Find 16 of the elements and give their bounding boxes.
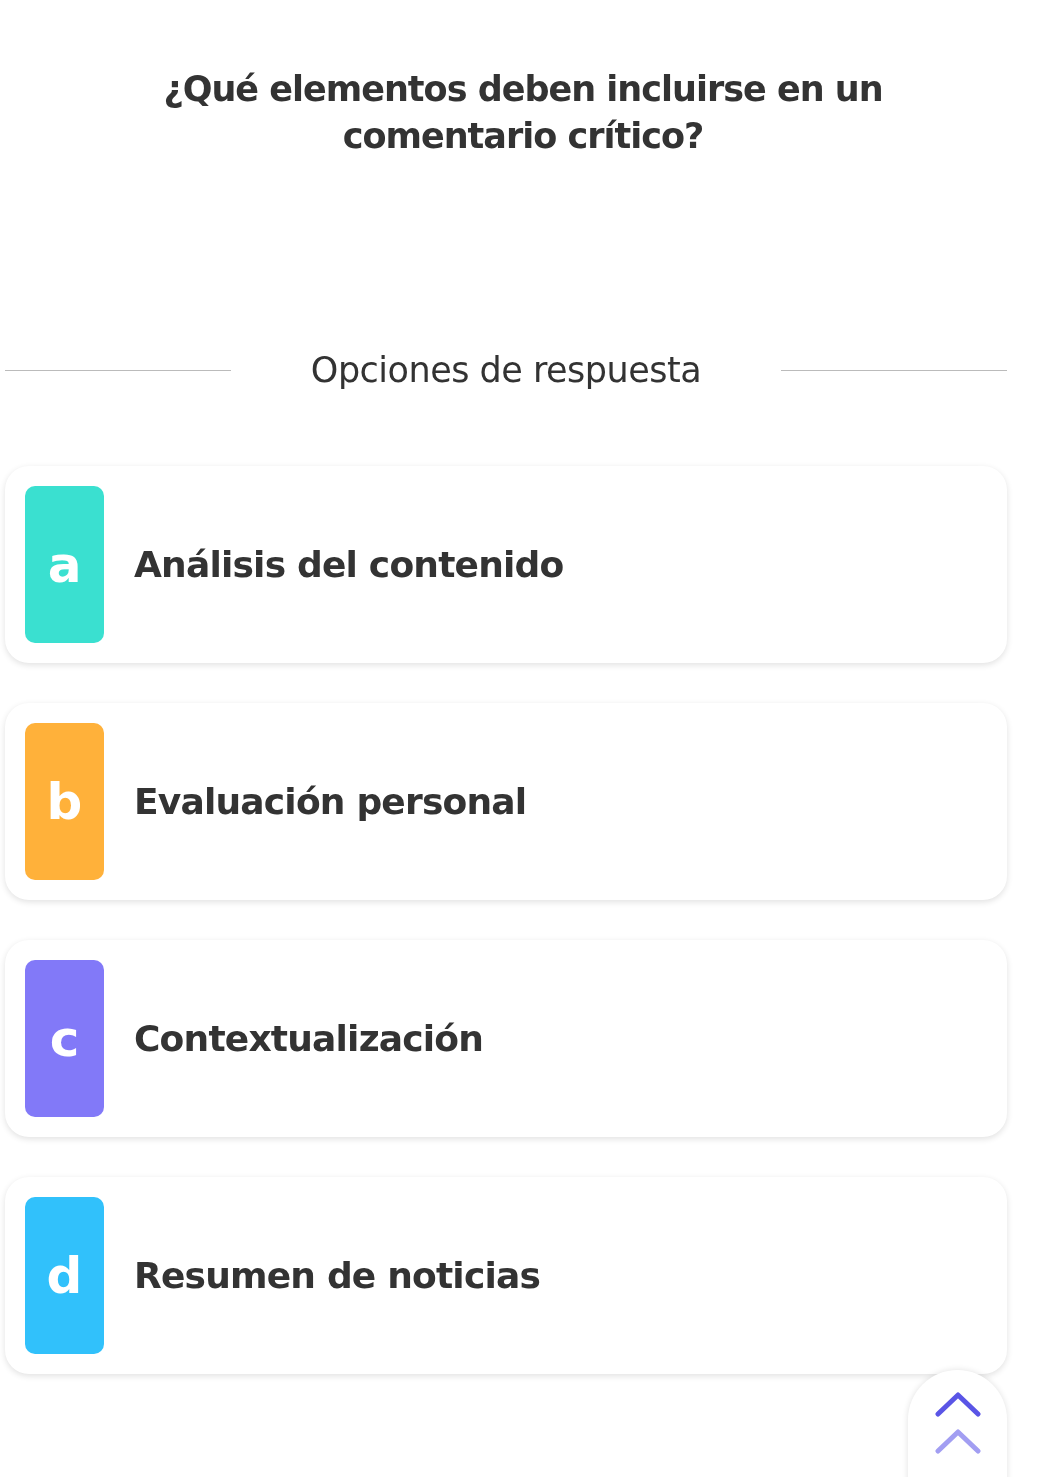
- option-text: Análisis del contenido: [134, 544, 564, 585]
- double-chevron-up-icon: [934, 1392, 981, 1454]
- option-letter: d: [25, 1197, 104, 1354]
- answer-option[interactable]: a Análisis del contenido: [5, 466, 1007, 663]
- option-text: Resumen de noticias: [134, 1255, 541, 1296]
- scroll-up-button[interactable]: [908, 1370, 1007, 1477]
- option-text: Evaluación personal: [134, 781, 527, 822]
- options-heading: Opciones de respuesta: [309, 350, 703, 390]
- option-text: Contextualización: [134, 1018, 484, 1059]
- option-letter: c: [25, 960, 104, 1117]
- answer-option[interactable]: d Resumen de noticias: [5, 1177, 1007, 1374]
- option-letter: a: [25, 486, 104, 643]
- answer-option[interactable]: b Evaluación personal: [5, 703, 1007, 900]
- option-letter: b: [25, 723, 104, 880]
- answer-option[interactable]: c Contextualización: [5, 940, 1007, 1137]
- question-text: ¿Qué elementos deben incluirse en un comentario crítico?: [162, 68, 884, 158]
